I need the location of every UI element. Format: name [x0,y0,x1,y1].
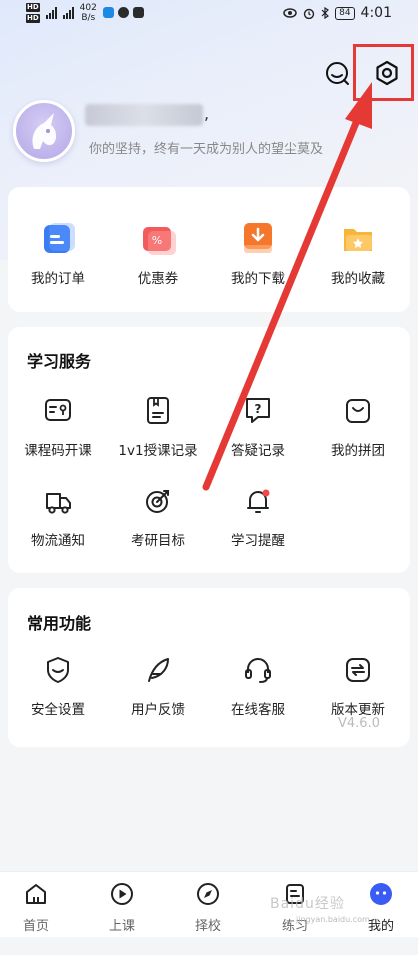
group-buy-icon [338,391,378,431]
compass-icon [197,883,219,905]
chat-notify-icon [117,7,129,18]
online-support-label: 在线客服 [231,702,285,718]
nav-school-label: 择校 [194,919,221,934]
delivery-notice-button[interactable]: 物流通知 [8,481,108,549]
my-orders-label: 我的订单 [31,271,85,287]
my-favorites-label: 我的收藏 [331,271,385,287]
course-code-button[interactable]: 课程码开课 [8,391,108,459]
watermark-url: jingyan.baidu.com [296,915,370,924]
study-services-title: 学习服务 [27,352,92,371]
profile-motto: 你的坚持，终有一天成为别人的望尘莫及 [89,142,324,157]
my-favorites-button[interactable]: 我的收藏 [308,219,408,287]
hd-label-1: HD [26,3,40,12]
eye-icon [283,8,297,18]
common-functions-card: 常用功能 安全设置 用户反馈 在线客服 版本更新 V4.6.0 [8,588,410,747]
status-right: 84 4:01 [283,5,392,21]
signal-icon-2 [62,5,74,19]
net-speed-unit: B/s [81,13,96,23]
coupons-label: 优惠券 [137,271,179,287]
hd-indicator: HD HD [26,3,40,25]
bluetooth-icon [321,7,330,19]
watermark: Baidu经验 [270,896,345,912]
nav-mine[interactable]: 我的 [351,880,411,934]
mascot-icon [370,883,392,905]
my-downloads-label: 我的下载 [231,271,285,287]
home-icon [26,884,46,904]
qa-record-button[interactable]: ? 答疑记录 [208,391,308,459]
version-update-label: 版本更新 [331,702,385,718]
signal-icon-1 [45,5,57,19]
nav-home[interactable]: 首页 [6,880,66,934]
update-icon [338,650,378,690]
common-functions-title: 常用功能 [27,614,92,633]
status-bar: HD HD 402 B/s 84 4:01 [0,0,418,30]
bell-icon [238,481,278,521]
settings-highlight-box [353,44,414,101]
alarm-icon [303,8,315,19]
lesson-record-label: 1v1授课记录 [118,443,198,459]
svg-text:%: % [152,234,162,247]
username-tail: , [204,104,210,123]
feather-icon [138,650,178,690]
status-left: HD HD 402 B/s [26,3,144,25]
qa-record-label: 答疑记录 [231,443,285,459]
delivery-truck-icon [38,481,78,521]
user-feedback-label: 用户反馈 [131,702,185,718]
headset-icon [238,650,278,690]
download-icon [238,219,278,259]
my-orders-button[interactable]: 我的订单 [8,219,108,287]
lesson-record-icon [138,391,178,431]
avatar[interactable] [13,100,75,162]
play-icon [111,883,133,905]
security-settings-label: 安全设置 [31,702,85,718]
target-icon [138,481,178,521]
exam-target-button[interactable]: 考研目标 [108,481,208,549]
coupon-icon: % [138,219,178,259]
coupons-button[interactable]: % 优惠券 [108,219,208,287]
version-update-button[interactable]: 版本更新 [308,650,408,718]
course-code-icon [38,391,78,431]
exam-target-label: 考研目标 [131,533,185,549]
bottom-nav: 首页 上课 择校 练习 我的 [0,871,418,937]
app-notify-icon [132,7,144,18]
network-speed: 402 B/s [80,3,97,23]
user-feedback-button[interactable]: 用户反馈 [108,650,208,718]
svg-text:?: ? [255,402,262,416]
study-services-card: 学习服务 课程码开课 1v1授课记录 ? 答疑记录 我的拼团 物流通知 考研目标 [8,327,410,573]
study-reminder-label: 学习提醒 [231,533,285,549]
nav-class-label: 上课 [108,919,135,934]
lesson-record-button[interactable]: 1v1授课记录 [108,391,208,459]
hd-label-2: HD [26,14,40,23]
qa-record-icon: ? [238,391,278,431]
username-redacted [85,104,203,126]
chat-bubble-icon[interactable] [322,58,352,88]
online-support-button[interactable]: 在线客服 [208,650,308,718]
course-code-label: 课程码开课 [24,443,92,459]
nav-home-label: 首页 [22,919,49,934]
security-settings-button[interactable]: 安全设置 [8,650,108,718]
battery-indicator: 84 [335,6,355,20]
net-speed-value: 402 [79,3,97,13]
gesture-bar [0,937,418,955]
shield-icon [38,650,78,690]
order-list-icon [38,219,78,259]
app-version: V4.6.0 [338,716,380,731]
favorite-folder-icon [338,219,378,259]
delivery-notice-label: 物流通知 [31,533,85,549]
orders-card: 我的订单 % 优惠券 我的下载 我的收藏 [8,187,410,312]
study-reminder-button[interactable]: 学习提醒 [208,481,308,549]
unicorn-avatar-icon [32,113,57,149]
clock: 4:01 [360,5,392,21]
group-buy-label: 我的拼团 [331,443,385,459]
notification-icons [102,7,144,18]
nav-school[interactable]: 择校 [178,880,238,934]
my-downloads-button[interactable]: 我的下载 [208,219,308,287]
nav-class[interactable]: 上课 [92,880,152,934]
shield-notify-icon [102,7,114,18]
group-buy-button[interactable]: 我的拼团 [308,391,408,459]
